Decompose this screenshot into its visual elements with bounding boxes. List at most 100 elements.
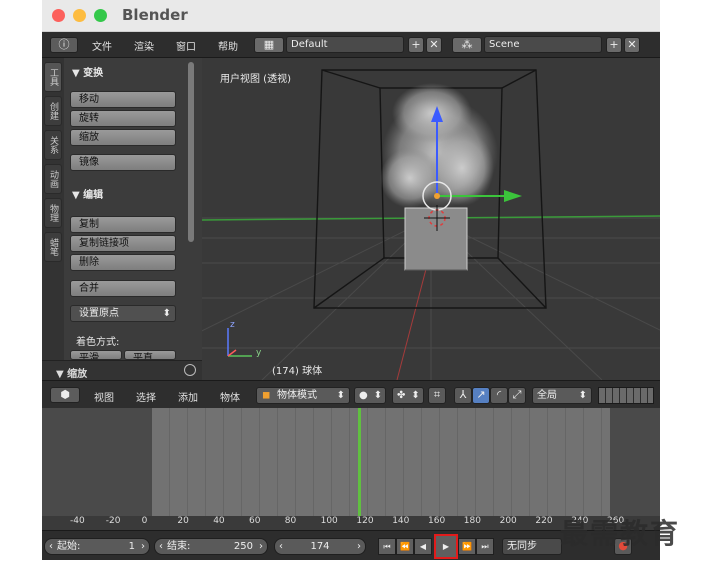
remove-scene-button[interactable]: ✕ — [624, 37, 640, 53]
transform-panel-header[interactable]: ▼ 变换 — [72, 64, 103, 79]
menu-select[interactable]: 选择 — [136, 389, 156, 404]
transform-manipulator-button[interactable]: ⅄ — [454, 387, 472, 404]
close-icon: ✕ — [627, 38, 637, 51]
ruler-tick-label: 100 — [320, 516, 338, 526]
timeline-frame-range[interactable] — [152, 408, 610, 516]
layer-buttons[interactable] — [598, 387, 654, 404]
scene-name-field[interactable]: Scene — [484, 36, 602, 53]
current-frame-field[interactable]: ‹ 174 › — [274, 538, 366, 555]
panel-pin-icon[interactable] — [184, 364, 196, 376]
mirror-button[interactable]: 镜像 — [70, 154, 176, 171]
smoke-cloud — [380, 83, 498, 208]
sync-mode-selector[interactable]: 无同步 — [502, 538, 562, 555]
editor-type-3d-button[interactable]: ⬢ — [50, 387, 80, 403]
smooth-button[interactable]: 平滑 — [70, 350, 122, 360]
join-button[interactable]: 合并 — [70, 280, 176, 297]
tab-create[interactable]: 创建 — [44, 96, 62, 126]
tab-grease-pencil[interactable]: 蜡笔 — [44, 232, 62, 262]
shading-selector[interactable]: ● ⬍ — [354, 387, 386, 404]
jump-to-keyframe-next-button[interactable]: ⏩ — [458, 538, 476, 555]
active-object-label: (174) 球体 — [272, 366, 323, 377]
menu-object[interactable]: 物体 — [220, 389, 240, 404]
manipulator-toggle[interactable]: ⌗ — [428, 387, 446, 404]
tab-animation[interactable]: 动画 — [44, 164, 62, 194]
set-origin-dropdown[interactable]: 设置原点 ⬍ — [70, 305, 176, 322]
watermark-logo: 最需教育 — [560, 517, 681, 550]
tool-shelf-tabs: 工具 创建 关系 动画 物理 蜡笔 — [42, 58, 64, 360]
editor-type-button[interactable]: ⓘ — [50, 37, 78, 53]
rotate-button[interactable]: 旋转 — [70, 110, 176, 127]
jump-to-start-button[interactable]: ⏮ — [378, 538, 396, 555]
axis-y-label: y — [256, 348, 262, 358]
add-scene-button[interactable]: + — [606, 37, 622, 53]
play-reverse-button[interactable]: ◀ — [414, 538, 432, 555]
ruler-tick-label: 20 — [177, 516, 189, 526]
scale-icon: ⤢ — [512, 388, 522, 401]
ruler-tick-label: 140 — [392, 516, 410, 526]
y-arrow-head — [504, 190, 522, 202]
prev-keyframe-icon: ⏪ — [400, 542, 410, 551]
layout-selector-button[interactable]: ▦ — [254, 37, 284, 53]
play-reverse-icon: ◀ — [419, 542, 427, 551]
move-button[interactable]: 移动 — [70, 91, 176, 108]
menu-render[interactable]: 渲染 — [134, 38, 154, 53]
delete-button[interactable]: 删除 — [70, 254, 176, 271]
tool-shelf-scrollbar[interactable] — [188, 62, 194, 242]
remove-layout-button[interactable]: ✕ — [426, 37, 442, 53]
orientation-selector[interactable]: 全局 ⬍ — [532, 387, 592, 404]
minimize-window-button[interactable] — [73, 9, 86, 22]
rotate-manipulator-button[interactable]: ◜ — [490, 387, 508, 404]
play-icon: ▶ — [442, 542, 450, 551]
jump-to-end-button[interactable]: ⏭ — [476, 538, 494, 555]
end-frame-label: 结束: — [167, 541, 191, 552]
menu-window[interactable]: 窗口 — [176, 38, 196, 53]
ruler-tick-label: -20 — [105, 516, 121, 526]
scale-manipulator-button[interactable]: ⤢ — [508, 387, 526, 404]
screen-layout-icon: ▦ — [263, 38, 275, 51]
layout-name-field[interactable]: Default — [286, 36, 404, 53]
tab-physics[interactable]: 物理 — [44, 198, 62, 228]
menu-add[interactable]: 添加 — [178, 389, 198, 404]
increment-icon: › — [141, 541, 145, 552]
add-layout-button[interactable]: + — [408, 37, 424, 53]
scale-button[interactable]: 缩放 — [70, 129, 176, 146]
sync-mode-label: 无同步 — [507, 541, 537, 552]
play-button[interactable]: ▶ — [434, 534, 458, 559]
end-frame-field[interactable]: ‹ 结束: 250 › — [154, 538, 268, 555]
dropdown-arrows-icon: ⬍ — [373, 390, 383, 401]
translate-manipulator-button[interactable]: ↗ — [472, 387, 490, 404]
mode-selector[interactable]: ◼ 物体模式 ⬍ — [256, 387, 350, 404]
duplicate-button[interactable]: 复制 — [70, 216, 176, 233]
flat-button[interactable]: 平直 — [124, 350, 176, 360]
dropdown-arrows-icon: ⬍ — [336, 390, 345, 401]
tab-tools[interactable]: 工具 — [44, 62, 62, 92]
cube-view-icon: ⬢ — [60, 388, 70, 401]
current-frame-value: 174 — [310, 541, 330, 552]
3d-viewport[interactable]: 用户视图 (透视) (174) 球体 z y — [202, 58, 660, 380]
tab-relations[interactable]: 关系 — [44, 130, 62, 160]
next-keyframe-icon: ⏩ — [462, 542, 472, 551]
last-operator-panel[interactable]: ▼ 缩放 — [42, 360, 202, 380]
solid-shading-icon: ● — [359, 390, 368, 401]
menu-view[interactable]: 视图 — [94, 389, 114, 404]
menu-file[interactable]: 文件 — [92, 38, 112, 53]
ruler-tick-label: 120 — [356, 516, 374, 526]
orientation-gizmo — [227, 328, 252, 357]
scene-icon: ⁂ — [461, 38, 473, 51]
grid-icon: ⌗ — [433, 388, 441, 401]
edit-panel-header[interactable]: ▼ 编辑 — [72, 186, 103, 201]
menu-help[interactable]: 帮助 — [218, 38, 238, 53]
plus-icon: + — [411, 38, 421, 51]
arrow-icon: ↗ — [476, 388, 486, 401]
jump-to-keyframe-prev-button[interactable]: ⏪ — [396, 538, 414, 555]
close-window-button[interactable] — [52, 9, 65, 22]
zoom-window-button[interactable] — [94, 9, 107, 22]
scene-selector-button[interactable]: ⁂ — [452, 37, 482, 53]
window-title-bar: Blender — [42, 0, 660, 32]
duplicate-linked-button[interactable]: 复制链接项 — [70, 235, 176, 252]
ruler-tick-label: 0 — [141, 516, 148, 526]
start-frame-field[interactable]: ‹ 起始: 1 › — [44, 538, 150, 555]
frame-cursor[interactable] — [358, 408, 361, 516]
decrement-icon: ‹ — [279, 541, 283, 552]
pivot-selector[interactable]: ✤ ⬍ — [392, 387, 424, 404]
